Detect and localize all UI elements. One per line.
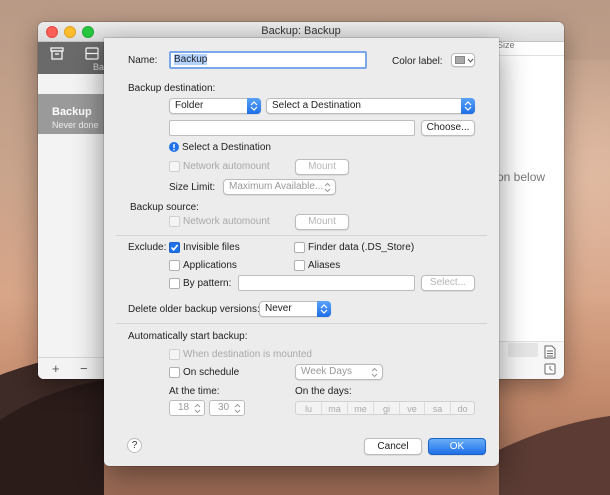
minute-stepper[interactable]: 30: [209, 400, 245, 416]
destination-select-popup[interactable]: Select a Destination: [266, 98, 475, 114]
applications-label: Applications: [183, 260, 237, 271]
drive-icon[interactable]: [82, 46, 104, 62]
size-limit-popup[interactable]: Maximum Available...: [223, 179, 336, 195]
when-mounted-label: When destination is mounted: [183, 349, 312, 360]
backup-settings-sheet: Name: Backup Color label: Backup destina…: [104, 38, 499, 466]
remove-backup-button[interactable]: −: [80, 361, 88, 376]
cancel-button[interactable]: Cancel: [364, 438, 422, 455]
days-segmented-control: lu ma me gi ve sa do: [295, 401, 475, 416]
name-field[interactable]: Backup: [169, 51, 367, 69]
ok-button[interactable]: OK: [428, 438, 486, 455]
hour-stepper[interactable]: 18: [169, 400, 205, 416]
on-schedule-checkbox[interactable]: [169, 367, 180, 378]
aliases-checkbox[interactable]: [294, 260, 305, 271]
invisible-files-checkbox[interactable]: [169, 242, 180, 253]
help-button[interactable]: ?: [127, 438, 142, 453]
destination-type-value: Folder: [175, 100, 204, 111]
day-segment-do[interactable]: do: [450, 402, 474, 416]
color-label-popup[interactable]: [451, 53, 475, 67]
schedule-frequency-popup[interactable]: Week Days: [295, 364, 383, 380]
updown-arrows-icon: [371, 367, 378, 378]
destination-path-field[interactable]: [169, 120, 415, 136]
destination-heading: Backup destination:: [128, 83, 216, 94]
by-pattern-checkbox[interactable]: [169, 278, 180, 289]
choose-button[interactable]: Choose...: [421, 120, 475, 136]
checkmark-icon: [170, 244, 179, 252]
archive-icon[interactable]: [46, 46, 68, 62]
pattern-field[interactable]: [238, 275, 415, 291]
source-mount-button[interactable]: Mount: [295, 214, 349, 230]
day-segment-lu[interactable]: lu: [296, 402, 321, 416]
invisible-files-label: Invisible files: [183, 242, 240, 253]
delete-older-value: Never: [265, 303, 292, 314]
color-label-label: Color label:: [392, 56, 443, 67]
on-days-label: On the days:: [295, 386, 352, 397]
empty-hint-text: on below: [497, 170, 546, 184]
exclude-label: Exclude:: [128, 242, 167, 253]
day-segment-me[interactable]: me: [347, 402, 373, 416]
stepper-arrows-icon: [234, 403, 241, 414]
sidebar-section-label: Ba: [93, 62, 105, 72]
dest-network-automount-checkbox[interactable]: [169, 161, 180, 172]
finder-data-checkbox[interactable]: [294, 242, 305, 253]
updown-arrows-icon: [324, 182, 331, 193]
destination-type-popup[interactable]: Folder: [169, 98, 261, 114]
dest-mount-button[interactable]: Mount: [295, 159, 349, 175]
on-schedule-label: On schedule: [183, 367, 240, 378]
select-pattern-button[interactable]: Select...: [421, 275, 475, 291]
separator: [116, 235, 487, 236]
updown-arrows-icon: [317, 301, 331, 317]
backup-item-name: Backup: [52, 106, 92, 118]
day-segment-sa[interactable]: sa: [424, 402, 450, 416]
color-swatch: [455, 56, 465, 64]
size-limit-label: Size Limit:: [169, 182, 216, 193]
updown-arrows-icon: [461, 98, 475, 114]
applications-checkbox[interactable]: [169, 260, 180, 271]
delete-older-label: Delete older backup versions:: [128, 304, 260, 315]
source-network-automount-checkbox[interactable]: [169, 216, 180, 227]
source-heading: Backup source:: [130, 202, 199, 213]
sidebar-bottom-bar: + −: [38, 357, 106, 379]
hour-value: 18: [178, 402, 190, 413]
window-title: Backup: Backup: [261, 25, 341, 37]
separator: [116, 323, 487, 324]
delete-older-popup[interactable]: Never: [259, 301, 331, 317]
minute-value: 30: [218, 402, 230, 413]
chevron-down-icon: [467, 58, 474, 63]
column-header-size[interactable]: Size: [497, 40, 515, 50]
sidebar-item-backup[interactable]: Backup Never done: [38, 94, 106, 134]
auto-start-heading: Automatically start backup:: [128, 331, 248, 342]
source-network-automount-label: Network automount: [183, 216, 270, 227]
clock-icon[interactable]: [544, 363, 556, 375]
info-icon: [169, 142, 179, 152]
aliases-label: Aliases: [308, 260, 341, 271]
destination-info-text: Select a Destination: [182, 142, 271, 153]
size-limit-value: Maximum Available...: [229, 181, 324, 192]
dest-network-automount-label: Network automount: [183, 161, 270, 172]
help-icon: ?: [131, 440, 138, 451]
sidebar: Ba Backup Never done + −: [38, 42, 106, 379]
finder-data-label: Finder data (.DS_Store): [308, 242, 415, 253]
main-status-field: [508, 343, 538, 357]
name-value: Backup: [174, 54, 208, 65]
backup-item-status: Never done: [52, 120, 99, 130]
at-time-label: At the time:: [169, 386, 220, 397]
sidebar-toolbar: Ba: [38, 42, 106, 74]
name-label: Name:: [128, 55, 158, 66]
day-segment-gi[interactable]: gi: [373, 402, 399, 416]
document-icon[interactable]: [544, 345, 556, 359]
schedule-frequency-value: Week Days: [301, 366, 352, 377]
when-mounted-checkbox[interactable]: [169, 349, 180, 360]
stepper-arrows-icon: [194, 403, 201, 414]
day-segment-ve[interactable]: ve: [399, 402, 424, 416]
add-backup-button[interactable]: +: [52, 361, 60, 376]
by-pattern-label: By pattern:: [183, 278, 232, 289]
updown-arrows-icon: [247, 98, 261, 114]
day-segment-ma[interactable]: ma: [321, 402, 347, 416]
destination-select-value: Select a Destination: [272, 100, 361, 111]
